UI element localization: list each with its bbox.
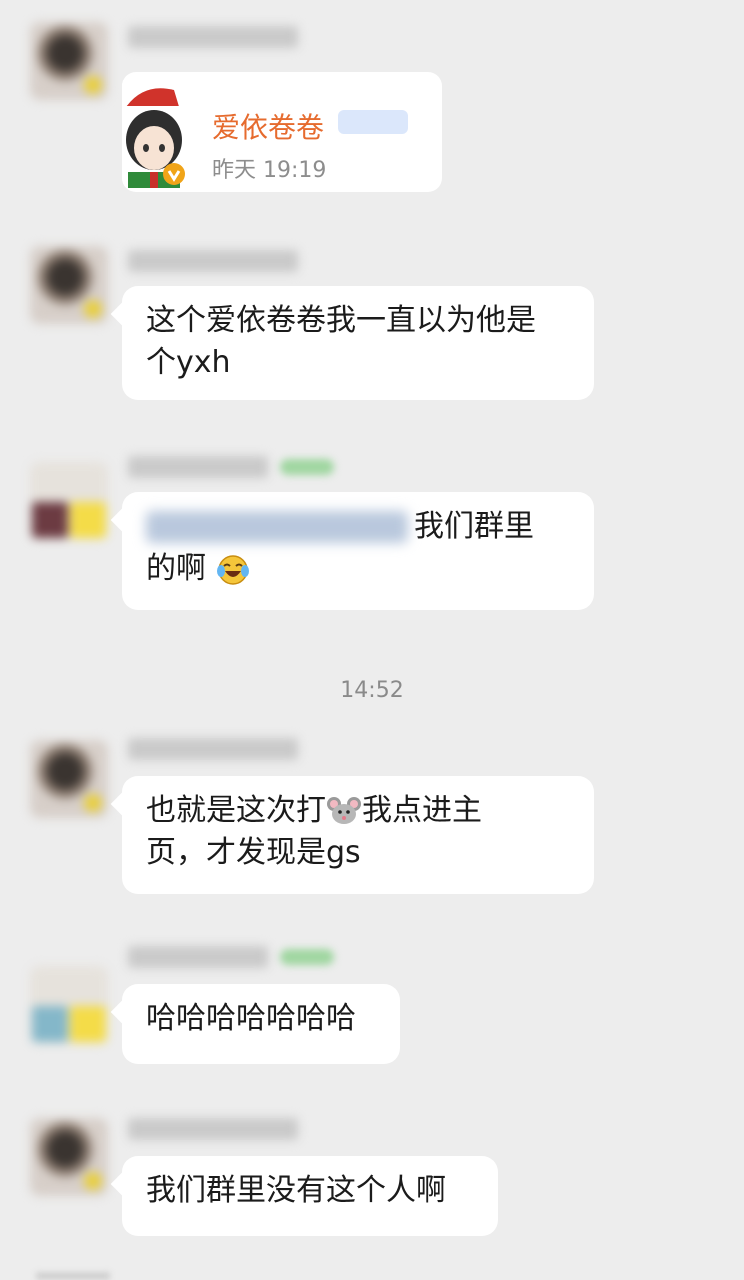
message-text: 哈哈哈哈哈哈哈 xyxy=(146,1001,356,1036)
avatar[interactable] xyxy=(30,740,108,818)
message-text: 个yxh xyxy=(146,345,231,380)
message-text: 这个爱依卷卷我一直以为他是 xyxy=(146,303,536,338)
partial-avatar-blurred xyxy=(36,1272,110,1280)
message-bubble[interactable]: 我们群里没有这个人啊 xyxy=(122,1156,498,1236)
sender-name-blurred xyxy=(128,738,298,760)
cartoon-avatar-icon xyxy=(122,80,196,188)
sender-name-blurred xyxy=(128,250,298,272)
message-text: 也就是这次打 xyxy=(146,793,326,828)
avatar[interactable] xyxy=(30,1118,108,1196)
mouse-face-emoji-icon xyxy=(327,797,361,824)
avatar[interactable] xyxy=(30,462,108,540)
member-badge-blurred xyxy=(280,459,334,475)
message-text: 我们群里 xyxy=(414,509,534,544)
member-badge-blurred xyxy=(280,949,334,965)
message-text: 我们群里没有这个人啊 xyxy=(146,1173,446,1208)
sender-name-blurred xyxy=(128,26,298,48)
sender-name-blurred xyxy=(128,456,268,478)
message-bubble[interactable]: 哈哈哈哈哈哈哈 xyxy=(122,984,400,1064)
avatar[interactable] xyxy=(30,22,108,100)
sender-name-blurred xyxy=(128,946,268,968)
sender-name-blurred xyxy=(128,1118,298,1140)
level-badge xyxy=(338,110,408,134)
chat-timestamp: 14:52 xyxy=(340,678,404,703)
card-time: 昨天 19:19 xyxy=(212,158,327,183)
avatar[interactable] xyxy=(30,966,108,1044)
message-text: 页，才发现是gs xyxy=(146,835,361,870)
laughing-crying-emoji-icon xyxy=(216,554,249,585)
message-bubble[interactable]: 我们群里 的啊 xyxy=(122,492,594,610)
message-text: 的啊 xyxy=(146,551,206,586)
mention-blurred xyxy=(146,511,408,543)
message-text: 我点进主 xyxy=(362,793,482,828)
message-bubble[interactable]: 这个爱依卷卷我一直以为他是 个yxh xyxy=(122,286,594,400)
message-bubble[interactable]: 也就是这次打 我点进主 页，才发现是gs xyxy=(122,776,594,894)
profile-card[interactable]: 爱依卷卷 昨天 19:19 xyxy=(122,72,442,192)
avatar[interactable] xyxy=(30,246,108,324)
card-name: 爱依卷卷 xyxy=(212,111,325,144)
